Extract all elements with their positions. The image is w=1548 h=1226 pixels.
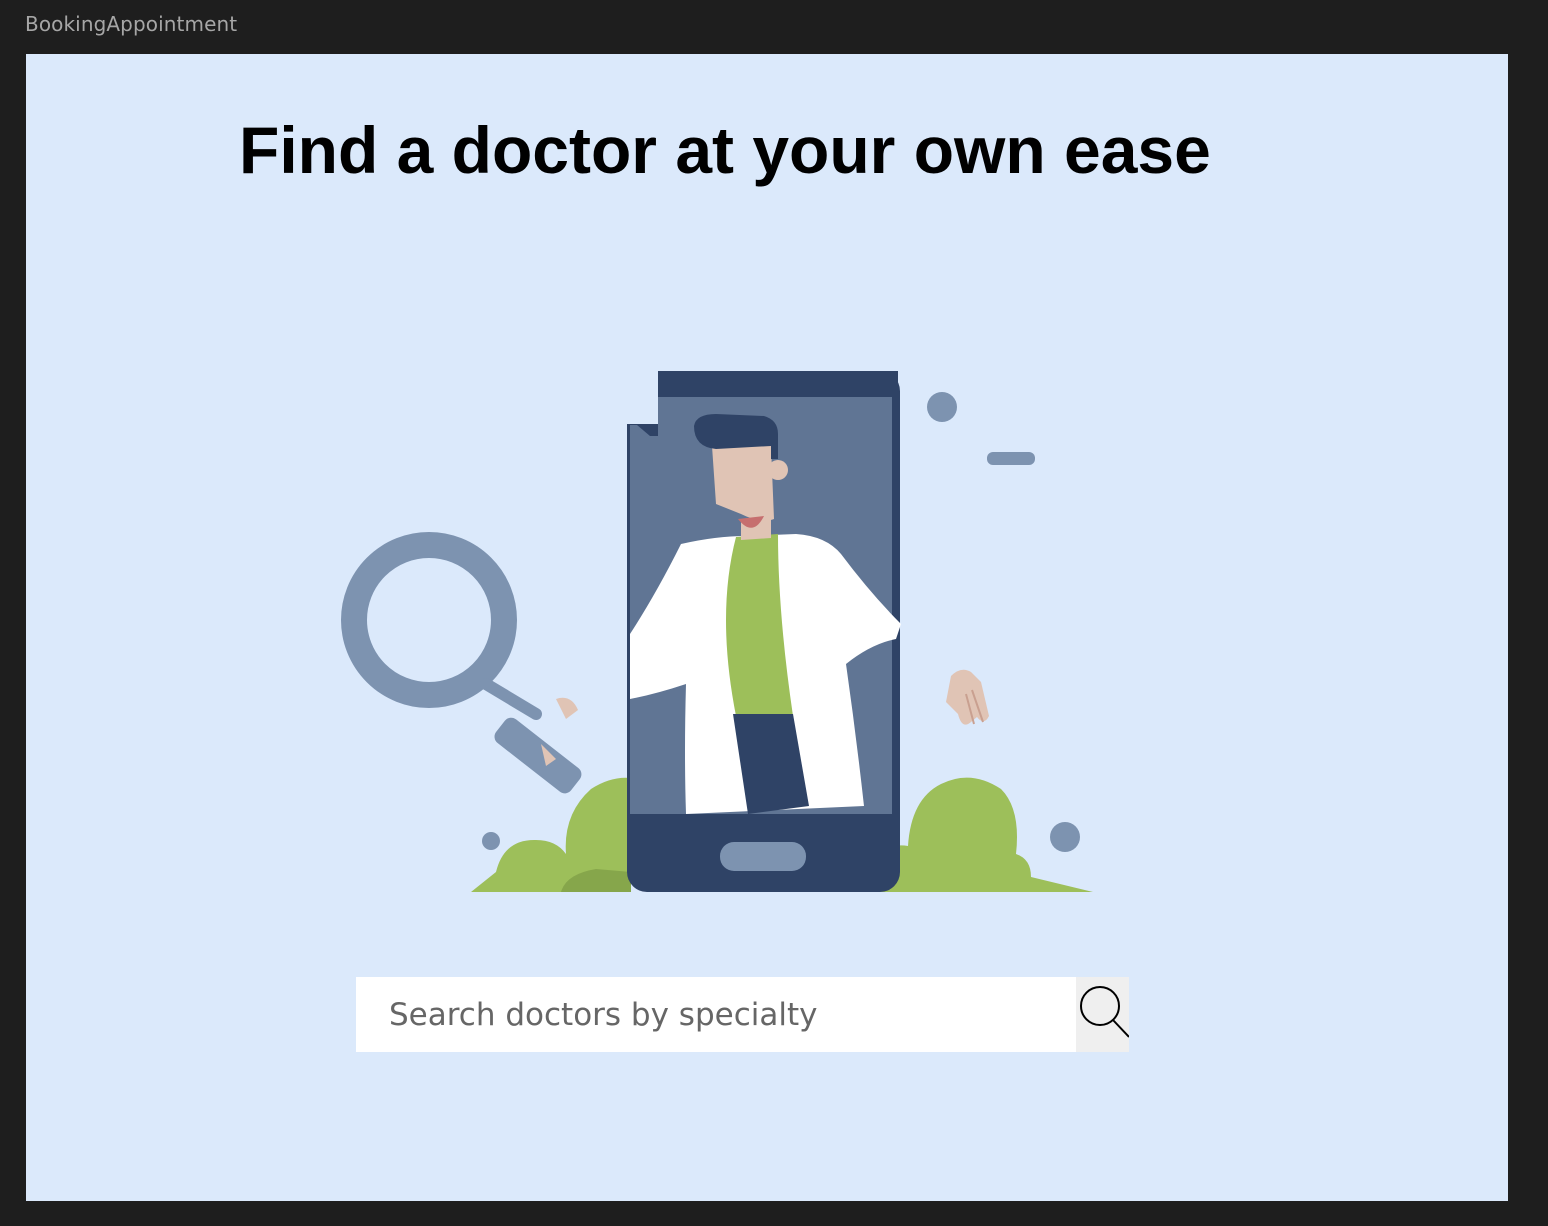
magnifier-handle-icon	[494, 717, 582, 794]
decor-dot-icon	[1050, 822, 1080, 852]
search-icon	[1080, 986, 1129, 1038]
frame-title: BookingAppointment	[25, 12, 238, 36]
booking-appointment-frame: Find a doctor at your own ease	[26, 54, 1508, 1201]
decor-dash-icon	[987, 452, 1035, 465]
phone-home-button	[720, 842, 806, 871]
search-input[interactable]	[356, 977, 1076, 1052]
search-bar	[356, 977, 1129, 1052]
doctor-on-phone-illustration	[341, 369, 1093, 892]
decor-dot-icon	[482, 832, 500, 850]
search-button[interactable]	[1076, 977, 1129, 1052]
page-headline: Find a doctor at your own ease	[239, 113, 1211, 187]
magnifier-glass-icon	[341, 532, 517, 708]
decor-dot-icon	[927, 392, 957, 422]
